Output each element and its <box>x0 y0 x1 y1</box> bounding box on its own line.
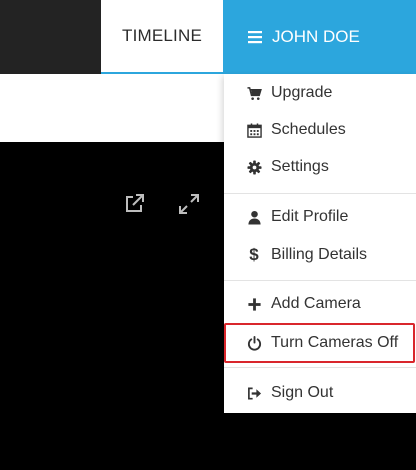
calendar-icon <box>246 122 262 138</box>
menu-item-label: Add Camera <box>271 295 361 312</box>
user-name-label: JOHN DOE <box>272 27 360 46</box>
menu-item-billing-details[interactable]: $ Billing Details <box>224 237 416 273</box>
cart-icon <box>246 85 262 101</box>
gear-icon <box>246 159 262 175</box>
menu-item-label: Billing Details <box>271 246 368 263</box>
menu-item-label: Turn Cameras Off <box>271 334 399 351</box>
menu-item-label: Schedules <box>271 121 346 138</box>
brand-area <box>0 0 101 74</box>
menu-item-turn-cameras-off[interactable]: Turn Cameras Off <box>224 325 416 361</box>
menu-divider <box>224 280 416 281</box>
menu-divider <box>224 193 416 194</box>
menu-item-upgrade[interactable]: Upgrade <box>224 75 416 111</box>
menu-item-schedules[interactable]: Schedules <box>224 112 416 148</box>
plus-icon <box>246 296 262 312</box>
user-menu-toggle[interactable]: JOHN DOE <box>223 0 416 74</box>
dollar-icon: $ <box>249 245 259 264</box>
top-navigation: TIMELINE JOHN DOE <box>0 0 416 74</box>
external-link-icon[interactable] <box>122 192 146 216</box>
tab-timeline-label: TIMELINE <box>121 26 202 45</box>
user-dropdown-menu: Upgrade Schedules Settings Edit Profile … <box>224 74 416 413</box>
menu-item-edit-profile[interactable]: Edit Profile <box>224 199 416 235</box>
power-icon <box>246 335 262 351</box>
menu-item-settings[interactable]: Settings <box>224 149 416 185</box>
user-icon <box>246 209 262 225</box>
menu-item-sign-out[interactable]: Sign Out <box>224 375 416 411</box>
tab-timeline[interactable]: TIMELINE <box>101 0 223 74</box>
menu-divider <box>224 367 416 368</box>
menu-item-add-camera[interactable]: Add Camera <box>224 286 416 322</box>
hamburger-icon <box>248 30 262 44</box>
menu-item-label: Edit Profile <box>271 208 349 225</box>
expand-icon[interactable] <box>177 192 201 216</box>
sign-out-icon <box>246 385 262 401</box>
menu-item-label: Settings <box>271 158 329 175</box>
menu-item-label: Sign Out <box>271 384 334 401</box>
menu-item-label: Upgrade <box>271 84 333 101</box>
